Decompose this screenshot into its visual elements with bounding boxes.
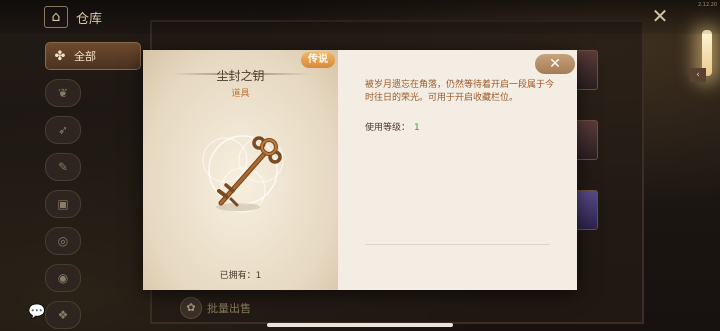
category-arrow-icon[interactable]: ➶ <box>45 116 81 144</box>
home-icon[interactable]: ⌂ <box>44 6 68 28</box>
owned-count: 已拥有：1 <box>219 271 262 281</box>
chat-icon[interactable]: 💬 <box>26 304 48 322</box>
exit-icon[interactable]: ✕ <box>648 4 672 28</box>
bulk-sell-button[interactable]: ✿ 批量出售 <box>180 297 251 319</box>
coin-icon: ✿ <box>180 297 202 319</box>
key-icon <box>202 135 284 213</box>
category-quill-icon[interactable]: ✎ <box>45 153 81 181</box>
item-description: 被岁月遗忘在角落，仍然等待着开启一段属于今时往日的荣光。可用于开启收藏栏位。 <box>365 80 555 103</box>
top-bar: ⌂ 仓库 ✕ 2.12.20 <box>0 0 720 34</box>
rarity-badge: 传说 <box>301 52 335 68</box>
category-leaf-icon[interactable]: ❦ <box>45 79 81 107</box>
grid-icon: ✤ <box>54 48 66 64</box>
close-icon: ✕ <box>549 56 561 72</box>
category-chest-icon[interactable]: ▣ <box>45 190 81 218</box>
sidebar-item-all[interactable]: ✤ 全部 <box>45 42 141 70</box>
required-level: 使用等级： 1 <box>365 123 420 133</box>
item-type: 道具 <box>231 89 250 99</box>
category-sidebar: ✤ 全部 ❦ ➶ ✎ ▣ ◎ ◉ ❖ <box>45 42 141 329</box>
version-label: 2.12.20 <box>698 2 718 8</box>
category-misc-icon[interactable]: ❖ <box>45 301 81 329</box>
home-indicator[interactable] <box>267 323 453 327</box>
item-detail-modal: 传说 尘封之钥 道具 已拥有：1 ✕ 被岁月遗忘在角落，仍然等待着开启一段属于今… <box>143 50 577 290</box>
item-preview-panel: 传说 尘封之钥 道具 已拥有：1 <box>143 50 338 290</box>
page-title: 仓库 <box>76 12 103 27</box>
close-button[interactable]: ✕ <box>535 54 575 74</box>
item-name: 尘封之钥 <box>216 69 265 83</box>
category-seal-icon[interactable]: ◉ <box>45 264 81 292</box>
level-value: 1 <box>414 123 420 133</box>
sidebar-item-label: 全部 <box>74 50 96 63</box>
divider <box>365 244 549 245</box>
bulk-sell-label: 批量出售 <box>207 302 251 315</box>
expand-arrow-icon[interactable]: ‹ <box>690 68 706 82</box>
category-spiral-icon[interactable]: ◎ <box>45 227 81 255</box>
